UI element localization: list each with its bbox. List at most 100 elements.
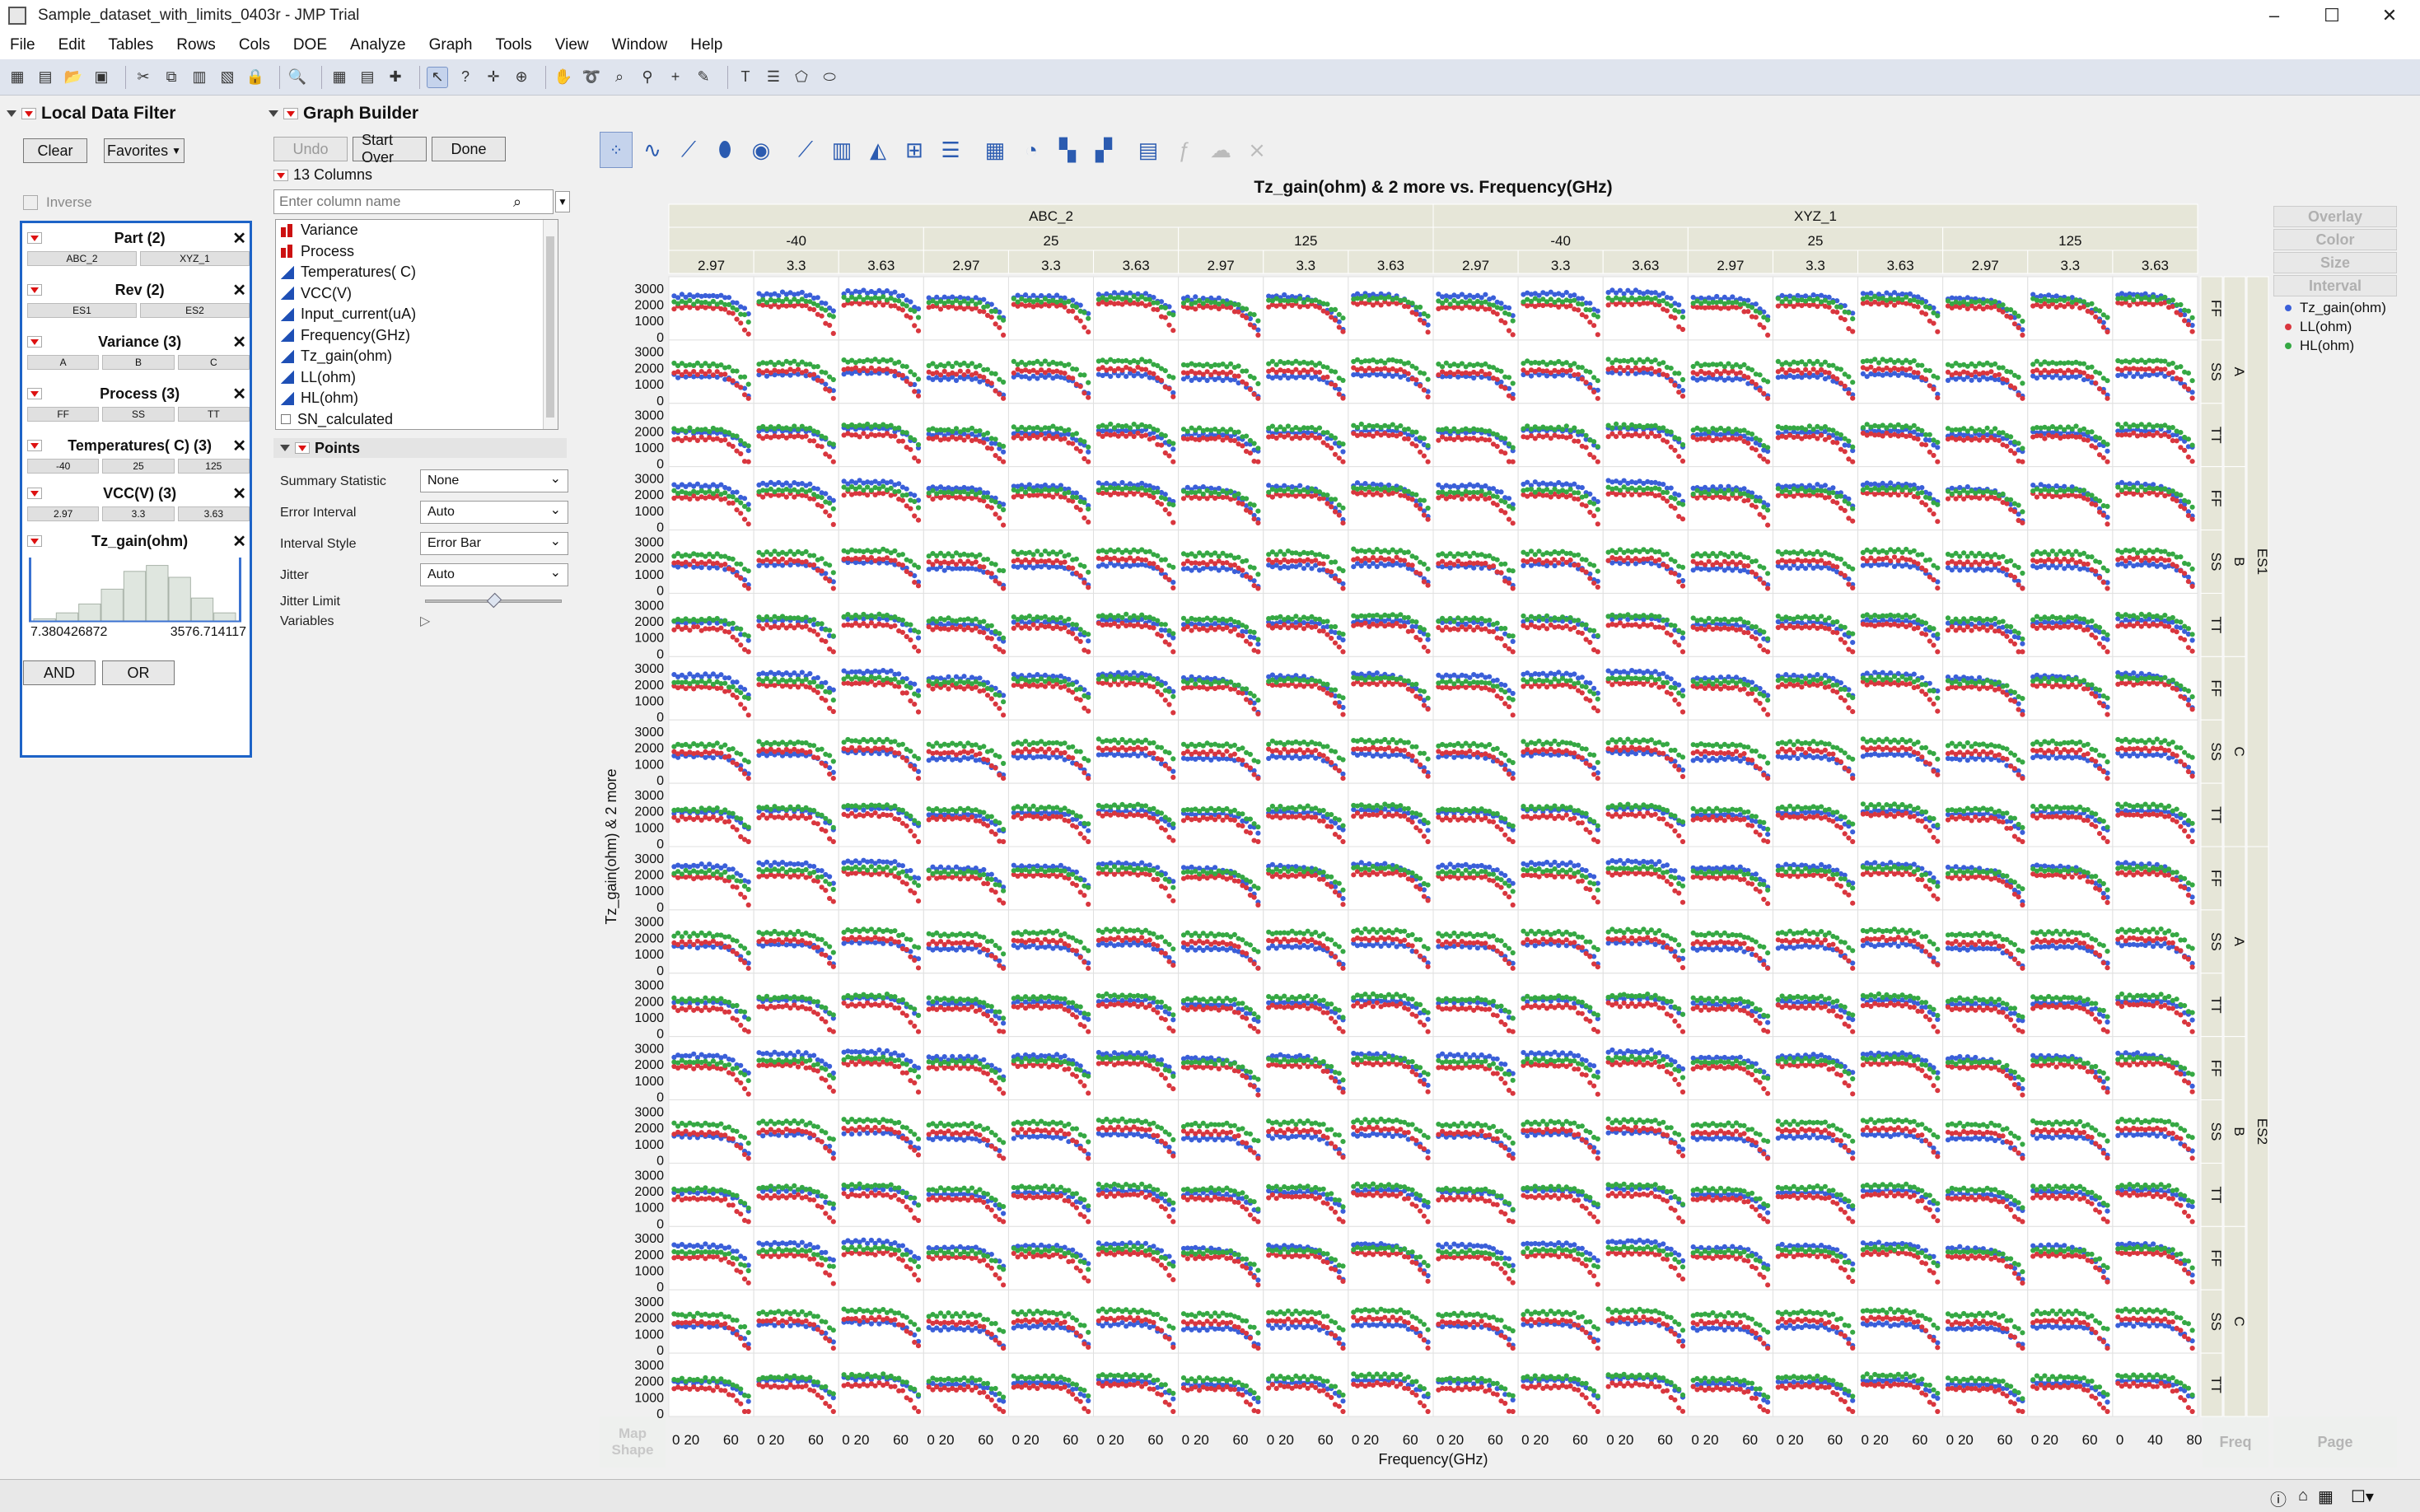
column-item-ll[interactable]: LL(ohm) [276, 367, 558, 389]
crosshair-icon[interactable]: ✛ [483, 67, 504, 88]
lines-icon[interactable]: ☰ [763, 67, 784, 88]
filter-chip[interactable]: 2.97 [27, 506, 99, 521]
menu-help[interactable]: Help [690, 36, 722, 54]
line-element-icon[interactable]: ⟋ [789, 132, 822, 168]
histogram-icon[interactable]: ☰ [934, 132, 967, 168]
box-plot-icon[interactable]: ⊞ [898, 132, 931, 168]
clear-button[interactable]: Clear [23, 138, 87, 163]
column-item-temperatures[interactable]: Temperatures( C) [276, 262, 558, 283]
filter-chip[interactable]: ES2 [140, 303, 250, 318]
range-max-value[interactable]: 3576.714117 [171, 625, 246, 640]
menu-file[interactable]: File [10, 36, 35, 54]
color-drop-zone[interactable]: Color [2273, 229, 2397, 250]
interval-drop-zone[interactable]: Interval [2273, 275, 2397, 296]
column-item-hl[interactable]: HL(ohm) [276, 388, 558, 409]
red-triangle-menu-icon[interactable] [21, 108, 36, 119]
remove-filter-icon[interactable]: ✕ [232, 531, 246, 552]
filter-chip[interactable]: 3.63 [178, 506, 250, 521]
freq-drop-zone[interactable]: Freq [2203, 1416, 2268, 1468]
cut-icon[interactable]: ✂ [133, 67, 154, 88]
new-script-icon[interactable]: ▤ [35, 67, 56, 88]
column-item-input-current[interactable]: Input_current(uA) [276, 304, 558, 325]
data-table-icon[interactable]: ▦ [329, 67, 350, 88]
overlay-drop-zone[interactable]: Overlay [2273, 206, 2397, 227]
remove-filter-icon[interactable]: ✕ [232, 332, 246, 352]
disclosure-icon[interactable] [7, 110, 16, 117]
text-icon[interactable]: T [735, 67, 756, 88]
range-histogram[interactable] [27, 558, 243, 623]
undo-button[interactable]: Undo [273, 137, 348, 161]
mosaic-icon[interactable]: ▞ [1087, 132, 1120, 168]
area-element-icon[interactable]: ◭ [862, 132, 895, 168]
remove-filter-icon[interactable]: ✕ [232, 483, 246, 504]
menu-graph[interactable]: Graph [429, 36, 473, 54]
remove-filter-icon[interactable]: ✕ [232, 280, 246, 301]
or-button[interactable]: OR [102, 660, 175, 685]
menu-rows[interactable]: Rows [176, 36, 216, 54]
plus-icon[interactable]: + [665, 67, 686, 88]
contour-element-icon[interactable]: ◉ [745, 132, 778, 168]
variables-expand-icon[interactable]: ▷ [420, 613, 430, 629]
lasso-icon[interactable]: ➰ [581, 67, 602, 88]
help-tool-icon[interactable]: ? [455, 67, 476, 88]
column-item-frequency[interactable]: Frequency(GHz) [276, 325, 558, 347]
inverse-checkbox[interactable]: Inverse [23, 194, 92, 211]
interval-style-select[interactable]: Error Bar [420, 532, 568, 555]
line-of-fit-icon[interactable]: ⟋ [672, 132, 705, 168]
heatmap-icon[interactable]: ▦ [979, 132, 1011, 168]
legend-item-ll[interactable]: LL(ohm) [2285, 319, 2352, 335]
close-button[interactable]: ✕ [2361, 0, 2418, 31]
magnifier-icon[interactable]: ⌕ [609, 67, 630, 88]
filter-chip[interactable]: SS [102, 407, 174, 422]
caption-box-icon[interactable]: ▤ [1132, 132, 1165, 168]
red-triangle-menu-icon[interactable] [295, 442, 310, 454]
red-triangle-menu-icon[interactable] [27, 232, 42, 244]
column-item-tz-gain[interactable]: Tz_gain(ohm) [276, 346, 558, 367]
menu-tools[interactable]: Tools [495, 36, 531, 54]
points-element-icon[interactable]: ⁘ [600, 132, 633, 168]
ellipse-element-icon[interactable]: ⬮ [708, 132, 741, 168]
save-icon[interactable]: ▣ [91, 67, 112, 88]
filter-chip[interactable]: TT [178, 407, 250, 422]
done-button[interactable]: Done [432, 137, 506, 161]
new-table-icon[interactable]: ▦ [7, 67, 28, 88]
filter-chip[interactable]: ES1 [27, 303, 137, 318]
disclosure-icon[interactable] [280, 445, 290, 451]
menu-edit[interactable]: Edit [58, 36, 86, 54]
summary-statistic-select[interactable]: None [420, 469, 568, 492]
favorites-button[interactable]: Favorites ▼ [104, 138, 185, 163]
remove-filter-icon[interactable]: ✕ [232, 384, 246, 404]
column-item-vcc[interactable]: VCC(V) [276, 283, 558, 305]
filter-chip[interactable]: XYZ_1 [140, 251, 250, 266]
column-item-sn-calculated[interactable]: SN_calculated [276, 409, 558, 431]
remove-filter-icon[interactable]: ✕ [232, 228, 246, 249]
menu-analyze[interactable]: Analyze [350, 36, 406, 54]
red-triangle-menu-icon[interactable] [27, 440, 42, 451]
filter-chip[interactable]: B [102, 355, 174, 370]
script-icon[interactable]: ▧ [217, 67, 238, 88]
remove-filter-icon[interactable]: ✕ [232, 436, 246, 456]
menu-window[interactable]: Window [612, 36, 668, 54]
lock-icon[interactable]: 🔒 [245, 67, 266, 88]
legend-item-tz-gain[interactable]: Tz_gain(ohm) [2285, 300, 2386, 316]
pencil-icon[interactable]: ✎ [693, 67, 714, 88]
treemap-icon[interactable]: ▚ [1051, 132, 1084, 168]
start-over-button[interactable]: Start Over [353, 137, 427, 161]
formula-element-icon[interactable]: ƒ [1168, 132, 1201, 168]
filter-chip[interactable]: A [27, 355, 99, 370]
red-triangle-menu-icon[interactable] [283, 108, 298, 119]
zoom-icon[interactable]: ⚲ [637, 67, 658, 88]
red-triangle-menu-icon[interactable] [27, 336, 42, 348]
red-triangle-menu-icon[interactable] [27, 488, 42, 499]
page-drop-zone[interactable]: Page [2273, 1416, 2397, 1468]
filter-chip[interactable]: 125 [178, 459, 250, 474]
grid-icon[interactable]: ▤ [357, 67, 378, 88]
paste-icon[interactable]: ▥ [189, 67, 210, 88]
red-triangle-menu-icon[interactable] [27, 388, 42, 399]
search-options-dropdown[interactable]: ▼ [555, 191, 570, 212]
arrow-tool-icon[interactable]: ↖ [427, 67, 448, 88]
smoother-element-icon[interactable]: ∿ [636, 132, 669, 168]
copy-icon[interactable]: ⧉ [161, 67, 182, 88]
red-triangle-menu-icon[interactable] [273, 170, 288, 181]
jitter-limit-slider[interactable] [425, 600, 562, 603]
